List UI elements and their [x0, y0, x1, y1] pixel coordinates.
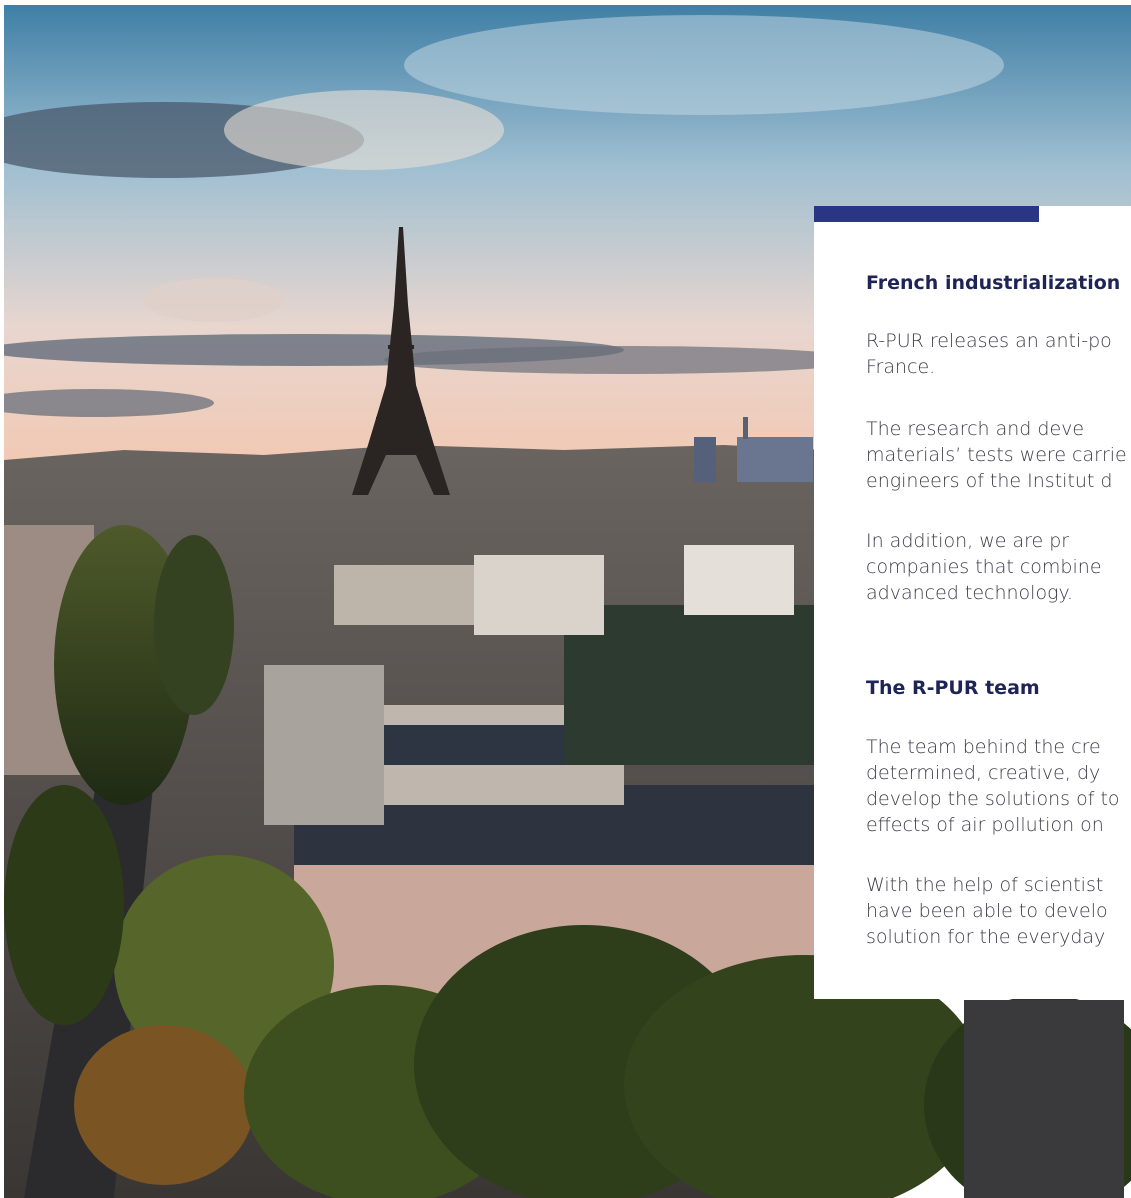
- info-card: French industrialization R-PUR releases …: [814, 206, 1131, 999]
- paragraph: The team behind the cre determined, crea…: [866, 734, 1120, 838]
- paragraph-line: The team behind the cre: [866, 736, 1101, 758]
- paragraph-line: have been able to develo: [866, 900, 1108, 922]
- paragraph-line: In addition, we are pr: [866, 530, 1070, 552]
- paragraph-line: advanced technology.: [866, 582, 1074, 604]
- paragraph-line: France.: [866, 356, 936, 378]
- paragraph: In addition, we are pr companies that co…: [866, 528, 1102, 606]
- paragraph-line: develop the solutions of to: [866, 788, 1120, 810]
- section-title-team: The R-PUR team: [866, 677, 1040, 699]
- card-accent-bar: [814, 206, 1039, 222]
- paragraph: R-PUR releases an anti-po France.: [866, 328, 1112, 380]
- paragraph-line: determined, creative, dy: [866, 762, 1101, 784]
- paragraph: With the help of scientist have been abl…: [866, 872, 1108, 950]
- paragraph-line: engineers of the Institut d: [866, 470, 1113, 492]
- paragraph-line: R-PUR releases an anti-po: [866, 330, 1112, 352]
- paragraph-line: materials’ tests were carrie: [866, 444, 1127, 466]
- paragraph-line: With the help of scientist: [866, 874, 1104, 896]
- paragraph-line: effects of air pollution on: [866, 814, 1104, 836]
- paragraph-line: companies that combine: [866, 556, 1102, 578]
- section-title-industrialization: French industrialization: [866, 272, 1121, 294]
- paragraph-line: solution for the everyday: [866, 926, 1106, 948]
- paragraph-line: The research and deve: [866, 418, 1085, 440]
- paragraph: The research and deve materials’ tests w…: [866, 416, 1127, 494]
